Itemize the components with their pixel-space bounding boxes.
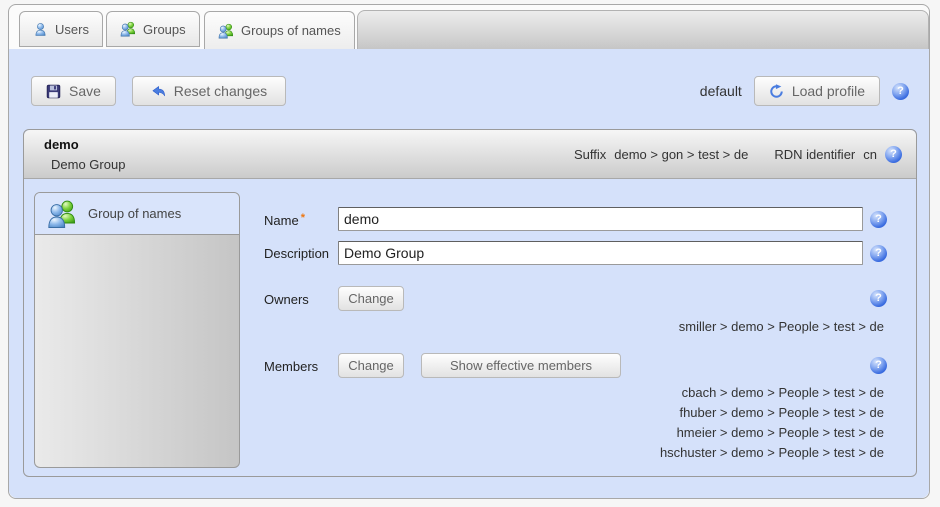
help-icon[interactable] bbox=[870, 290, 887, 307]
show-effective-members-button-label: Show effective members bbox=[450, 358, 592, 373]
tab-users-label: Users bbox=[55, 22, 89, 37]
member-dn-entry: cbach > demo > People > test > de bbox=[660, 383, 884, 403]
module-sidebar: Group of names bbox=[34, 192, 240, 468]
undo-arrow-icon bbox=[151, 84, 166, 99]
reset-changes-button-label: Reset changes bbox=[174, 83, 267, 99]
tab-bar-filler bbox=[357, 10, 929, 49]
member-dn-entry: hmeier > demo > People > test > de bbox=[660, 423, 884, 443]
tab-groups-label: Groups bbox=[143, 22, 186, 37]
entry-title: demo bbox=[44, 137, 79, 152]
suffix-value: demo > gon > test > de bbox=[614, 147, 748, 162]
group-icon bbox=[120, 21, 136, 37]
reload-icon bbox=[769, 84, 784, 99]
save-icon bbox=[46, 84, 61, 99]
save-button-label: Save bbox=[69, 83, 101, 99]
required-marker: * bbox=[301, 212, 305, 224]
owner-dn-entry: smiller > demo > People > test > de bbox=[679, 317, 884, 337]
group-icon bbox=[218, 23, 234, 39]
save-button[interactable]: Save bbox=[31, 76, 116, 106]
help-icon[interactable] bbox=[870, 357, 887, 374]
entry-panel-content: Group of names Name* Description Owners bbox=[24, 180, 916, 476]
content-area: Save Reset changes default bbox=[9, 49, 929, 498]
member-dn-entry: fhuber > demo > People > test > de bbox=[660, 403, 884, 423]
name-input[interactable] bbox=[338, 207, 863, 231]
rdn-label: RDN identifier bbox=[774, 147, 855, 162]
tab-groups-of-names[interactable]: Groups of names bbox=[204, 11, 355, 49]
help-icon[interactable] bbox=[870, 245, 887, 262]
member-dn-entry: hschuster > demo > People > test > de bbox=[660, 443, 884, 463]
help-icon[interactable] bbox=[870, 211, 887, 228]
entry-subtitle: Demo Group bbox=[51, 157, 125, 172]
description-input[interactable] bbox=[338, 241, 863, 265]
members-change-button[interactable]: Change bbox=[338, 353, 404, 378]
owners-dn-list: smiller > demo > People > test > de bbox=[679, 317, 884, 337]
rdn-value: cn bbox=[863, 147, 877, 162]
members-label: Members bbox=[264, 359, 318, 374]
owners-change-button[interactable]: Change bbox=[338, 286, 404, 311]
sidebar-item-label: Group of names bbox=[88, 206, 181, 221]
tab-bar: Users Groups bbox=[9, 5, 929, 49]
profile-name: default bbox=[700, 83, 742, 99]
app-screen: Users Groups bbox=[0, 0, 940, 507]
load-profile-button[interactable]: Load profile bbox=[754, 76, 880, 106]
name-label: Name* bbox=[264, 212, 305, 228]
owners-label: Owners bbox=[264, 292, 309, 307]
help-icon[interactable] bbox=[885, 146, 902, 163]
tab-users[interactable]: Users bbox=[19, 11, 103, 47]
members-change-button-label: Change bbox=[348, 358, 394, 373]
name-label-text: Name bbox=[264, 213, 299, 228]
suffix-label: Suffix bbox=[574, 147, 606, 162]
description-label: Description bbox=[264, 246, 329, 261]
members-dn-list: cbach > demo > People > test > de fhuber… bbox=[660, 383, 884, 463]
owners-change-button-label: Change bbox=[348, 291, 394, 306]
main-window: Users Groups bbox=[8, 4, 930, 499]
group-icon bbox=[47, 199, 77, 229]
tab-groups-of-names-label: Groups of names bbox=[241, 23, 341, 38]
show-effective-members-button[interactable]: Show effective members bbox=[421, 353, 621, 378]
entry-meta: Suffix demo > gon > test > de RDN identi… bbox=[574, 130, 902, 178]
toolbar: Save Reset changes default bbox=[31, 76, 909, 106]
user-icon bbox=[33, 22, 48, 37]
load-profile-button-label: Load profile bbox=[792, 83, 865, 99]
reset-changes-button[interactable]: Reset changes bbox=[132, 76, 286, 106]
entry-panel: demo Demo Group Suffix demo > gon > test… bbox=[23, 129, 917, 477]
tab-groups[interactable]: Groups bbox=[106, 11, 200, 47]
sidebar-item-group-of-names[interactable]: Group of names bbox=[35, 193, 239, 235]
entry-panel-header: demo Demo Group Suffix demo > gon > test… bbox=[24, 130, 916, 179]
help-icon[interactable] bbox=[892, 83, 909, 100]
